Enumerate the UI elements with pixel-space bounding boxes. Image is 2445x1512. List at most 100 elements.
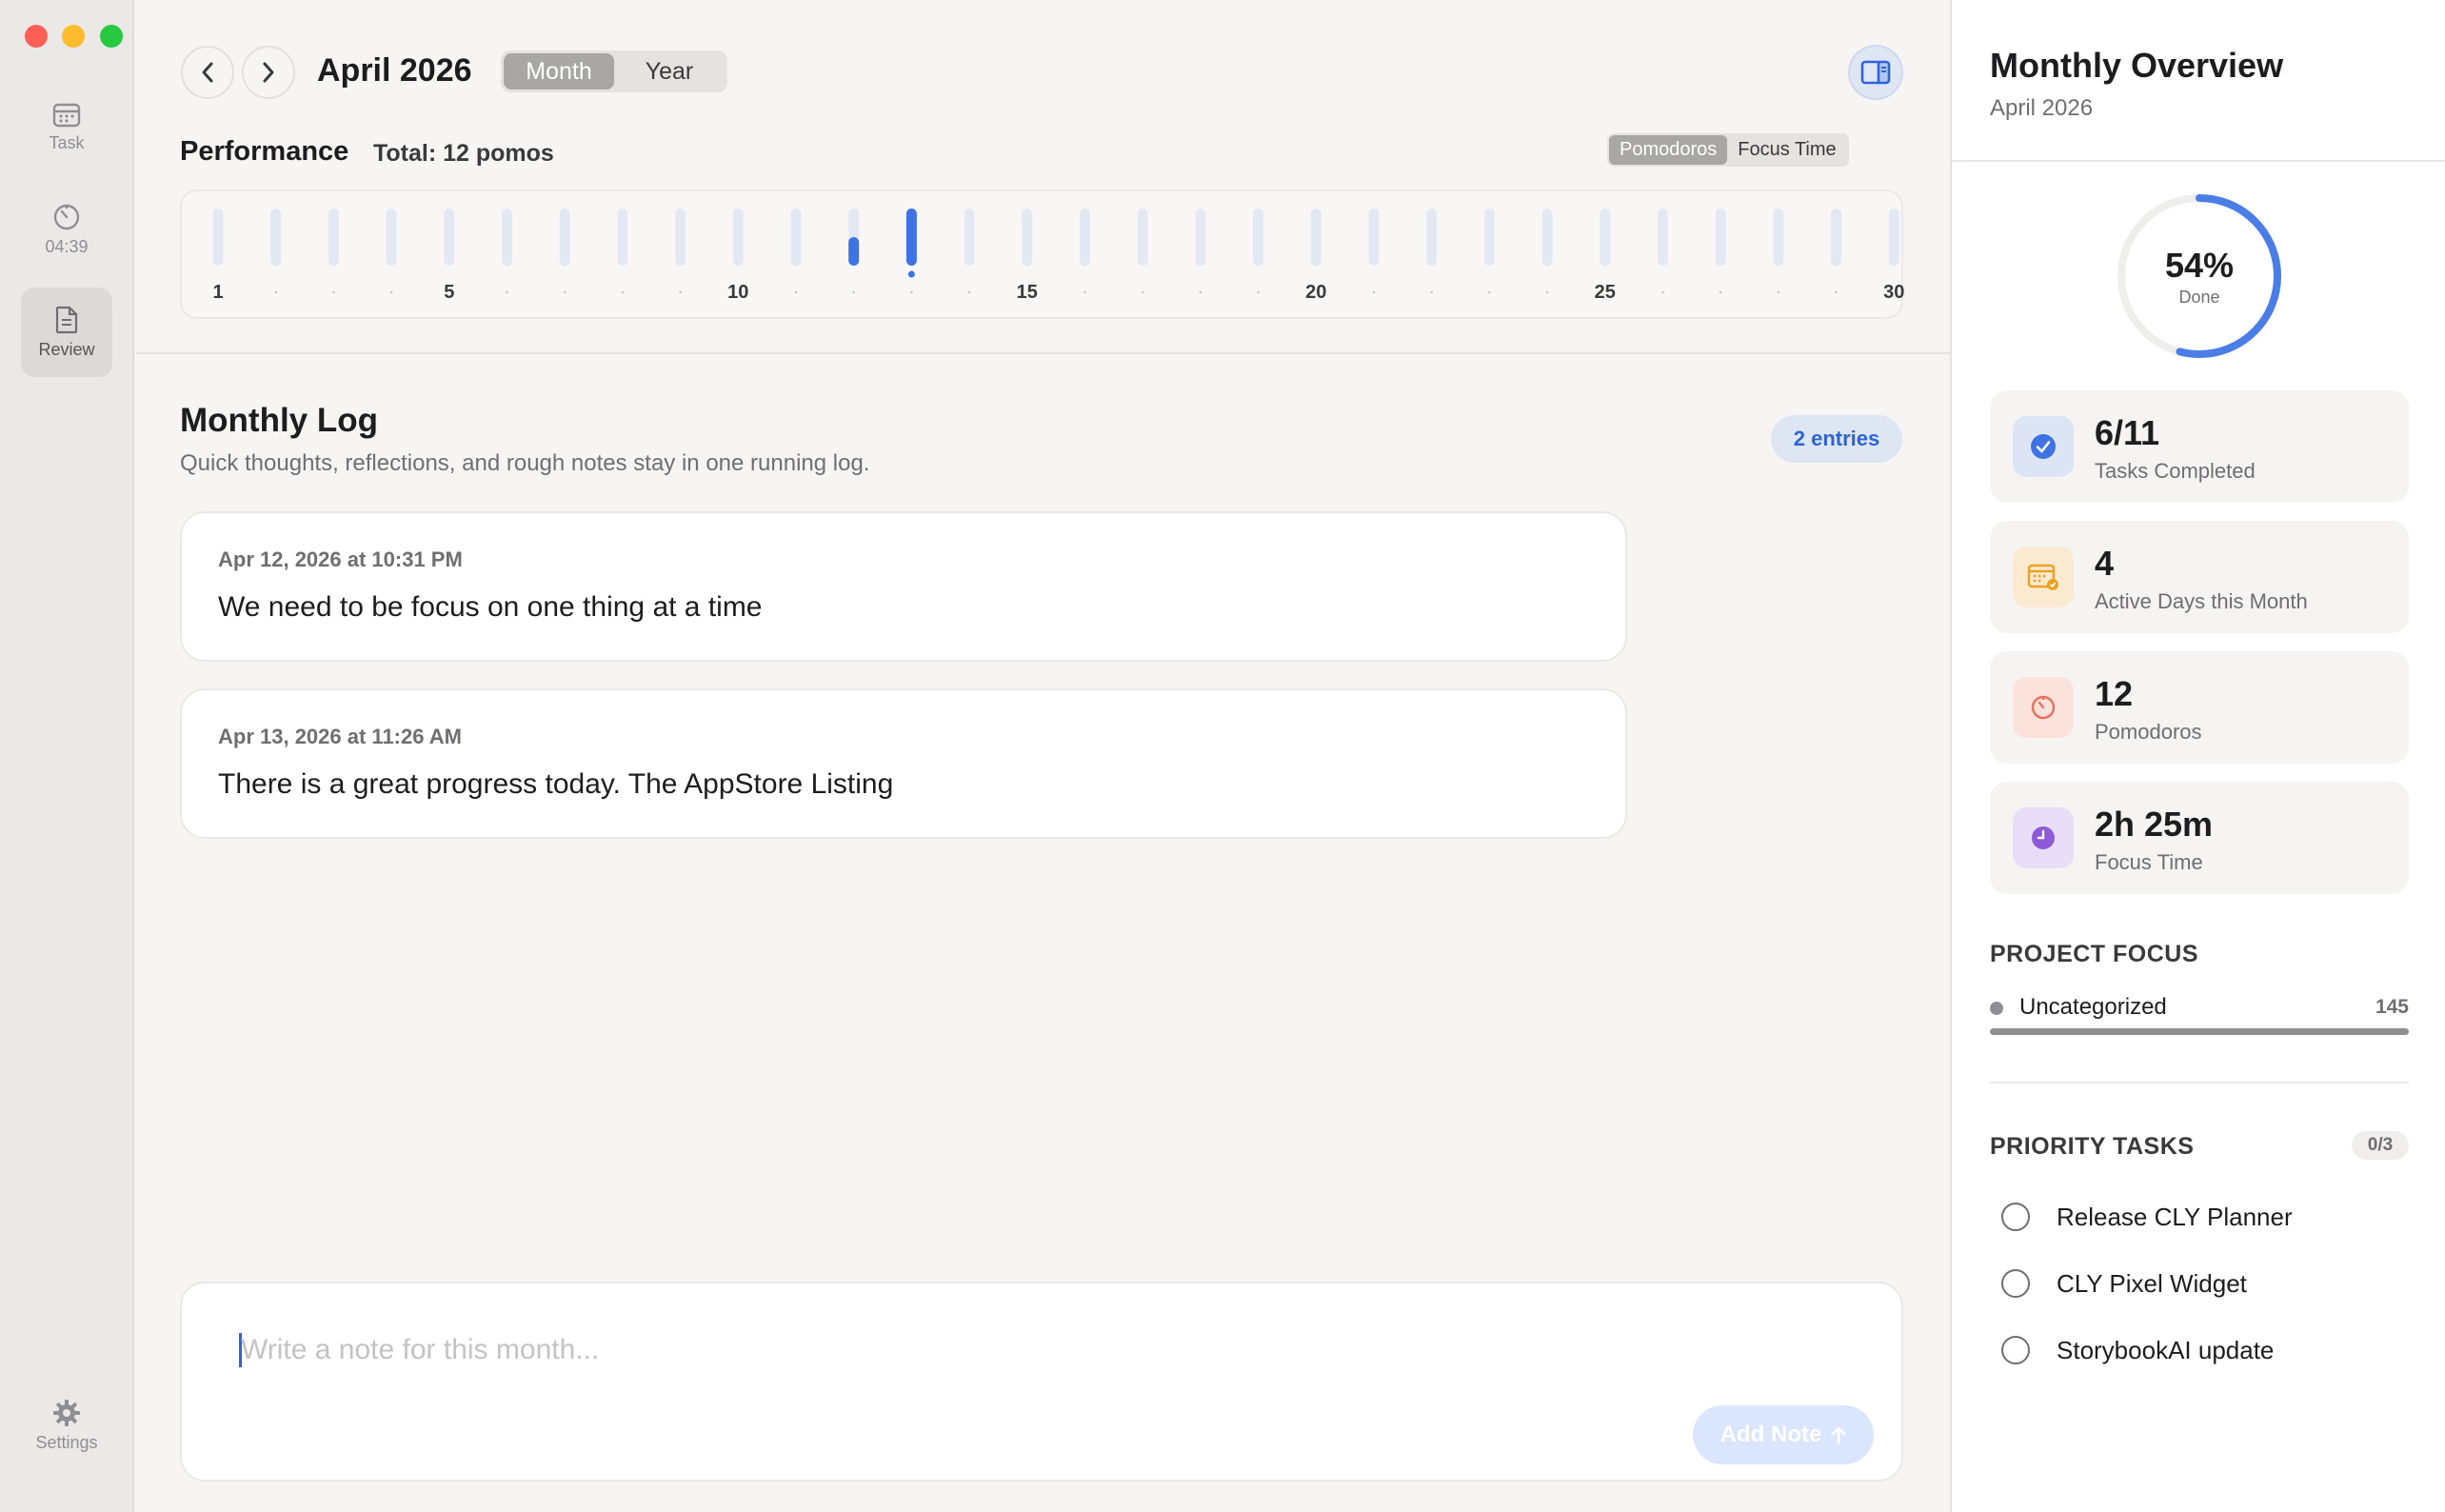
chart-tick-dot (1083, 290, 1086, 294)
sidebar-item-label: Task (49, 132, 85, 152)
stat-card-focus-time: 2h 25m Focus Time (1990, 782, 2409, 894)
chart-bar-track (559, 209, 570, 266)
stat-label: Focus Time (2095, 850, 2203, 874)
project-name: Uncategorized (2019, 994, 2167, 1020)
chart-bar-track (1368, 209, 1380, 266)
chart-tick-dot (332, 290, 335, 294)
chart-bar-track (732, 209, 744, 266)
calendar-icon (52, 103, 81, 127)
chart-bar-track (212, 209, 224, 266)
log-entry-timestamp: Apr 12, 2026 at 10:31 PM (218, 547, 463, 571)
overview-panel: Monthly Overview April 2026 54% Done 6/1… (1950, 0, 2445, 1512)
chart-bar-track (328, 209, 339, 266)
chart-tick-label: 1 (212, 282, 223, 303)
sidebar-item-label: Settings (35, 1432, 98, 1452)
sidebar-item-task[interactable]: Task (21, 82, 112, 171)
toggle-sidebar-button[interactable] (1848, 45, 1903, 100)
chart-tick-label: 30 (1883, 282, 1904, 303)
chart-bar-track (964, 209, 975, 266)
stat-card-tasks: 6/11 Tasks Completed (1990, 390, 2409, 503)
chart-bar-track (1831, 209, 1842, 266)
next-month-button[interactable] (242, 46, 295, 99)
chart-tick-dot (1777, 290, 1780, 294)
chart-tick-dot (679, 290, 682, 294)
chart-tick-label: 5 (444, 282, 454, 303)
task-checkbox[interactable] (2001, 1269, 2030, 1298)
chart-bar-track (1773, 209, 1784, 266)
timer-icon (2013, 677, 2074, 738)
task-title: Release CLY Planner (2057, 1202, 2293, 1231)
clock-icon (2013, 807, 2074, 868)
performance-chart-svg: 1 5 10 15 20 25 30 (212, 209, 1904, 303)
task-checkbox[interactable] (2001, 1203, 2030, 1231)
metric-toggle: Pomodoros Focus Time (1607, 133, 1849, 167)
chart-tick-dot (852, 290, 855, 294)
priority-task-item[interactable]: StorybookAI update (2001, 1331, 2274, 1369)
chart-tick-label: 10 (727, 282, 748, 303)
chart-bar-track (1080, 209, 1090, 266)
log-entry-timestamp: Apr 13, 2026 at 11:26 AM (218, 725, 462, 748)
task-title: CLY Pixel Widget (2057, 1268, 2247, 1298)
add-note-button[interactable]: Add Note (1693, 1405, 1874, 1464)
chart-bar-track (1310, 209, 1322, 266)
priority-tasks-title: PRIORITY TASKS (1990, 1133, 2195, 1160)
log-entry-text: There is a great progress today. The App… (218, 768, 894, 800)
chart-tick-dot (1199, 290, 1203, 294)
checkmark-icon (2013, 416, 2074, 477)
chart-bar-track (444, 209, 455, 266)
priority-task-item[interactable]: CLY Pixel Widget (2001, 1264, 2247, 1303)
toggle-pomodoros[interactable]: Pomodoros (1609, 135, 1728, 165)
chart-bar-track (502, 209, 512, 266)
toggle-focus-time[interactable]: Focus Time (1727, 135, 1846, 165)
chart-bar (848, 237, 860, 266)
note-composer: Add Note (180, 1282, 1903, 1482)
chart-tick-dot (1372, 290, 1376, 294)
chart-bar-track (1195, 209, 1206, 266)
stat-label: Pomodoros (2095, 720, 2202, 744)
project-row[interactable]: Uncategorized 145 (1990, 990, 2409, 1028)
task-checkbox[interactable] (2001, 1336, 2030, 1364)
previous-month-button[interactable] (181, 46, 234, 99)
chart-tick-dot (794, 290, 798, 294)
progress-percent: 54% (2164, 246, 2235, 285)
section-divider (136, 352, 1950, 354)
tab-year[interactable]: Year (614, 53, 725, 90)
chart-bar-track (675, 209, 686, 266)
chart-tick-dot (1488, 290, 1491, 294)
arrow-up-icon (1832, 1426, 1846, 1444)
chart-tick-dot (274, 290, 277, 294)
performance-title: Performance (180, 136, 349, 167)
tab-month[interactable]: Month (504, 53, 614, 90)
app-sidebar: Task 04:39 Review Settings (0, 0, 134, 1512)
chart-tick-dot (1430, 290, 1433, 294)
sidebar-item-review[interactable]: Review (21, 288, 112, 377)
chart-tick-dot (1835, 290, 1838, 294)
log-title: Monthly Log (180, 402, 379, 439)
note-input[interactable] (241, 1325, 1574, 1375)
chart-tick-dot (1661, 290, 1664, 294)
log-entry[interactable]: Apr 12, 2026 at 10:31 PM We need to be f… (180, 511, 1627, 662)
log-entry[interactable]: Apr 13, 2026 at 11:26 AM There is a grea… (180, 688, 1627, 839)
stat-card-pomodoros: 12 Pomodoros (1990, 651, 2409, 764)
overview-header: Monthly Overview April 2026 (1952, 0, 2445, 162)
zoom-window-button[interactable] (100, 25, 123, 48)
stat-card-active-days: 4 Active Days this Month (1990, 521, 2409, 633)
sidebar-item-timer[interactable]: 04:39 (21, 185, 112, 274)
add-note-label: Add Note (1719, 1422, 1822, 1447)
minimize-window-button[interactable] (62, 25, 85, 48)
chart-bar-track (790, 209, 802, 266)
chart-bar-track (1600, 209, 1611, 266)
chart-tick-dot (389, 290, 393, 294)
chart-bar-track (1541, 209, 1553, 266)
chart-tick-dot (1545, 290, 1549, 294)
calendar-check-icon (2013, 547, 2074, 607)
close-window-button[interactable] (25, 25, 48, 48)
chart-tick-label: 15 (1017, 282, 1038, 303)
priority-task-item[interactable]: Release CLY Planner (2001, 1198, 2293, 1236)
progress-caption: Done (2178, 288, 2220, 307)
chart-bar-track (270, 209, 282, 266)
chart-tick-label: 25 (1595, 282, 1616, 303)
main-content: April 2026 Month Year Performance Total:… (136, 0, 1950, 1512)
sidebar-item-settings[interactable]: Settings (21, 1381, 112, 1470)
document-icon (55, 306, 78, 333)
